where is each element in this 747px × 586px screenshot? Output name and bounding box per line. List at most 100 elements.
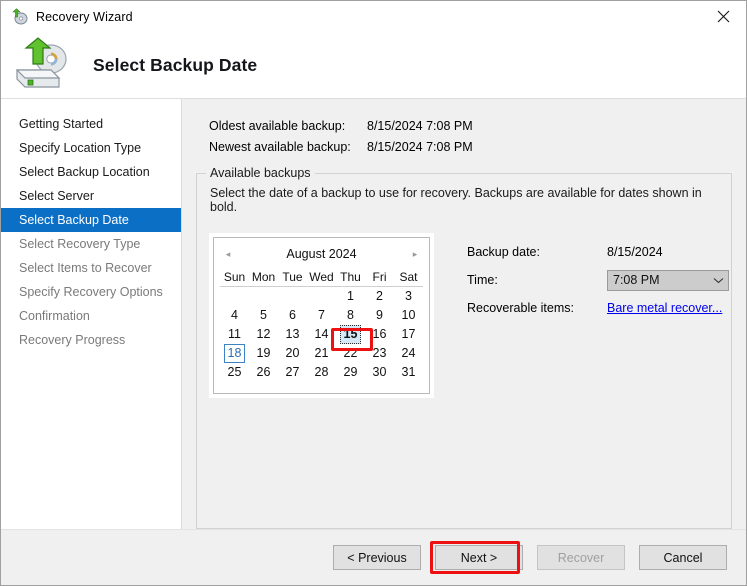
calendar-day-label: 20 [285,346,300,360]
calendar-day-label: 5 [260,308,267,322]
calendar-day-label: 21 [314,346,329,360]
weekday-tue: Tue [278,267,307,287]
weekday-mon: Mon [249,267,278,287]
calendar-day-13[interactable]: 13 [278,325,307,344]
calendar-day-label: 7 [318,308,325,322]
calendar-day-3[interactable]: 3 [394,287,423,307]
recoverable-items-row: Recoverable items: Bare metal recover... [467,294,729,322]
next-button[interactable]: Next > [435,545,523,570]
calendar-next-month-icon[interactable]: ▸ [407,246,423,262]
recoverable-items-link[interactable]: Bare metal recover... [607,301,722,315]
sidebar-item-select-recovery-type[interactable]: Select Recovery Type [1,232,181,256]
calendar-day-20[interactable]: 20 [278,344,307,363]
body-area: Getting Started Specify Location Type Se… [1,99,746,529]
sidebar-item-confirmation[interactable]: Confirmation [1,304,181,328]
calendar-day-5[interactable]: 5 [249,306,278,325]
title-bar: Recovery Wizard [1,1,746,32]
calendar-day-7[interactable]: 7 [307,306,336,325]
backup-date-calendar[interactable]: ◂ August 2024 ▸ Sun Mon Tue Wed Thu Fri … [213,237,430,394]
sidebar-item-select-server[interactable]: Select Server [1,184,181,208]
sidebar-item-select-items-to-recover[interactable]: Select Items to Recover [1,256,181,280]
calendar-day-21[interactable]: 21 [307,344,336,363]
calendar-day-12[interactable]: 12 [249,325,278,344]
calendar-day-label: 9 [376,308,383,322]
sidebar-item-select-backup-date[interactable]: Select Backup Date [1,208,181,232]
calendar-prev-month-icon[interactable]: ◂ [220,246,236,262]
calendar-week-row: 18 19 20 21 22 23 24 [220,344,423,363]
sidebar-item-recovery-progress[interactable]: Recovery Progress [1,328,181,352]
calendar-day-30[interactable]: 30 [365,363,394,382]
calendar-day-label: 28 [314,365,329,379]
calendar-day-label: 22 [343,346,358,360]
calendar-day-31[interactable]: 31 [394,363,423,382]
calendar-day-label: 26 [256,365,271,379]
weekday-sun: Sun [220,267,249,287]
calendar-day-label: 8 [347,308,354,322]
calendar-day-1[interactable]: 1 [336,287,365,307]
oldest-backup-value: 8/15/2024 7:08 PM [367,118,473,133]
calendar-day-label: 29 [343,365,358,379]
calendar-day-25[interactable]: 25 [220,363,249,382]
calendar-day-9[interactable]: 9 [365,306,394,325]
time-dropdown[interactable]: 7:08 PM [607,269,729,291]
calendar-days-body: 1 2 3 4 5 6 7 8 9 10 11 12 13 14 15 16 17 18 19 20 21 22 23 24 2… [220,287,423,383]
calendar-day-22[interactable]: 22 [336,344,365,363]
calendar-day-8[interactable]: 8 [336,306,365,325]
available-backups-legend: Available backups [206,166,315,180]
calendar-day-label: 2 [376,289,383,303]
chevron-down-icon [713,277,724,284]
calendar-day-18[interactable]: 18 [220,344,249,363]
backup-detail-fields: Backup date: 8/15/2024 Time: 7:08 PM Rec… [467,233,729,398]
calendar-day-label: 31 [401,365,416,379]
backup-disk-arrow-icon [11,37,73,93]
sidebar-item-select-backup-location[interactable]: Select Backup Location [1,160,181,184]
calendar-day-label: 25 [227,365,242,379]
previous-button[interactable]: < Previous [333,545,421,570]
recover-button: Recover [537,545,625,570]
calendar-day-27[interactable]: 27 [278,363,307,382]
wizard-steps-sidebar: Getting Started Specify Location Type Se… [1,99,182,529]
newest-backup-row: Newest available backup: 8/15/2024 7:08 … [209,136,732,157]
calendar-day-28[interactable]: 28 [307,363,336,382]
calendar-day-6[interactable]: 6 [278,306,307,325]
calendar-day-11[interactable]: 11 [220,325,249,344]
calendar-day-label: 16 [372,327,387,341]
sidebar-item-specify-location-type[interactable]: Specify Location Type [1,136,181,160]
calendar-day-label: 23 [372,346,387,360]
calendar-day-23[interactable]: 23 [365,344,394,363]
backup-date-label: Backup date: [467,245,540,259]
calendar-day-15[interactable]: 15 [336,325,365,344]
calendar-day-label: 6 [289,308,296,322]
calendar-day-label: 12 [256,327,271,341]
calendar-day-14[interactable]: 14 [307,325,336,344]
calendar-day-4[interactable]: 4 [220,306,249,325]
oldest-backup-row: Oldest available backup: 8/15/2024 7:08 … [209,115,732,136]
calendar-day-26[interactable]: 26 [249,363,278,382]
sidebar-item-specify-recovery-options[interactable]: Specify Recovery Options [1,280,181,304]
weekday-thu: Thu [336,267,365,287]
calendar-day-16[interactable]: 16 [365,325,394,344]
calendar-day-empty [220,287,249,307]
sidebar-item-getting-started[interactable]: Getting Started [1,112,181,136]
cancel-button[interactable]: Cancel [639,545,727,570]
calendar-day-17[interactable]: 17 [394,325,423,344]
calendar-weekday-row: Sun Mon Tue Wed Thu Fri Sat [220,267,423,287]
backup-selection-area: ◂ August 2024 ▸ Sun Mon Tue Wed Thu Fri … [209,233,729,398]
recovery-disk-icon [10,7,28,26]
calendar-day-2[interactable]: 2 [365,287,394,307]
newest-backup-value: 8/15/2024 7:08 PM [367,139,473,154]
page-header: Select Backup Date [1,32,746,99]
window-title: Recovery Wizard [36,9,133,24]
newest-backup-label: Newest available backup: [209,139,351,154]
calendar-day-label: 14 [314,327,329,341]
calendar-day-24[interactable]: 24 [394,344,423,363]
calendar-day-label: 4 [231,308,238,322]
calendar-day-29[interactable]: 29 [336,363,365,382]
calendar-day-empty [307,287,336,307]
calendar-month-title: August 2024 [286,247,357,261]
weekday-sat: Sat [394,267,423,287]
calendar-day-10[interactable]: 10 [394,306,423,325]
calendar-day-19[interactable]: 19 [249,344,278,363]
content-pane: Oldest available backup: 8/15/2024 7:08 … [182,99,746,529]
close-button[interactable] [700,1,746,31]
